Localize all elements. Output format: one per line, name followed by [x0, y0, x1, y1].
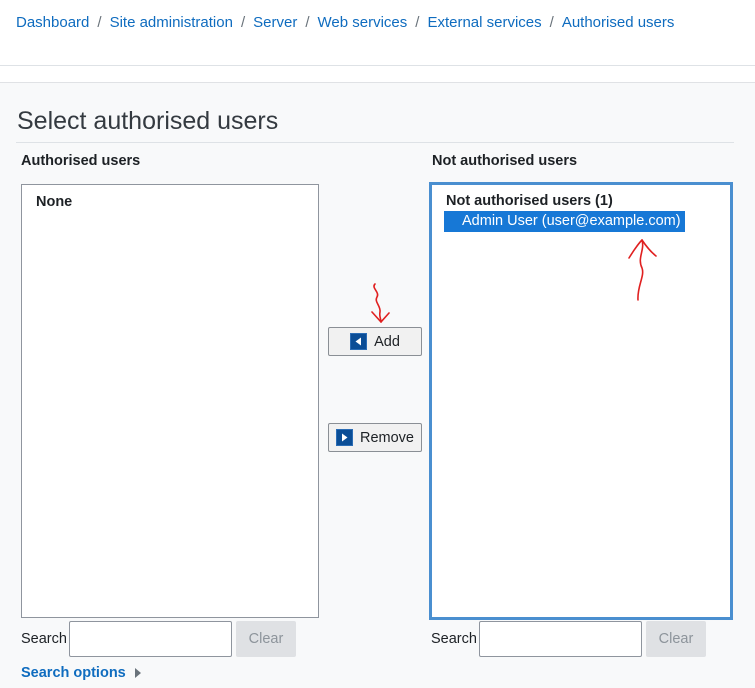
breadcrumb-separator: / [549, 14, 554, 31]
breadcrumb-separator: / [305, 14, 310, 31]
authorised-users-label: Authorised users [21, 153, 141, 169]
annotation-arrow-down-icon [371, 283, 390, 323]
breadcrumb-server[interactable]: Server [253, 14, 297, 31]
not-authorised-users-group: Not authorised users (1) [446, 193, 613, 209]
breadcrumb: Dashboard / Site administration / Server / Web… [16, 14, 674, 34]
search-options-label: Search options [21, 665, 126, 681]
breadcrumb-authorised-users[interactable]: Authorised users [562, 14, 675, 31]
search-options-toggle[interactable]: Search options [21, 665, 141, 681]
breadcrumb-web-services[interactable]: Web services [318, 14, 408, 31]
remove-button[interactable]: Remove [328, 423, 422, 452]
authorised-users-list[interactable]: None [21, 184, 319, 618]
authorised-users-none: None [36, 194, 73, 210]
breadcrumb-separator: / [240, 14, 246, 31]
not-authorised-users-list[interactable] [429, 182, 733, 620]
breadcrumb-separator: / [415, 14, 420, 31]
arrow-right-icon [336, 429, 353, 446]
authorised-search-input[interactable] [69, 621, 232, 657]
title-divider [16, 142, 734, 143]
arrow-left-icon [350, 333, 368, 350]
header-divider [0, 65, 755, 66]
caret-right-icon [134, 668, 141, 678]
not-authorised-search-input[interactable] [479, 621, 642, 657]
authorised-clear-button[interactable]: Clear [236, 621, 296, 657]
add-button-label: Add [374, 333, 400, 350]
authorised-search-label: Search [21, 631, 67, 647]
not-authorised-clear-button[interactable]: Clear [646, 621, 706, 657]
breadcrumb-site-administration[interactable]: Site administration [110, 14, 233, 31]
not-authorised-users-label: Not authorised users [432, 153, 578, 169]
breadcrumb-external-services[interactable]: External services [427, 14, 541, 31]
add-button[interactable]: Add [328, 327, 422, 356]
not-authorised-search-label: Search [431, 631, 477, 647]
page-title: Select authorised users [17, 107, 279, 135]
annotation-arrow-up-icon [628, 239, 657, 301]
remove-button-label: Remove [360, 429, 414, 446]
breadcrumb-separator: / [97, 14, 102, 31]
user-option-admin[interactable]: Admin User (user@example.com) [444, 211, 685, 232]
breadcrumb-dashboard[interactable]: Dashboard [16, 14, 89, 31]
